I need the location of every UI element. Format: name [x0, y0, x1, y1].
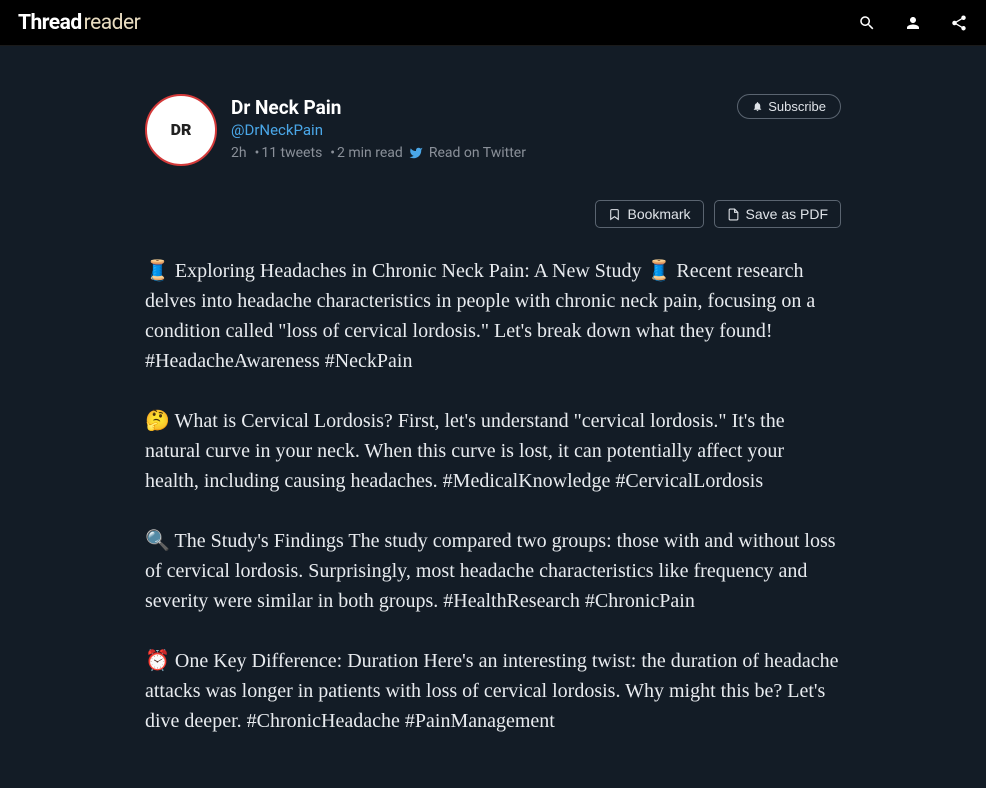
- topbar-actions: [858, 14, 968, 32]
- tweet-list: 🧵 Exploring Headaches in Chronic Neck Pa…: [145, 256, 841, 736]
- bell-icon: [752, 101, 763, 112]
- share-icon[interactable]: [950, 14, 968, 32]
- logo-part-b: reader: [84, 11, 141, 35]
- user-icon[interactable]: [904, 14, 922, 32]
- meta-tweet-count: 11 tweets: [253, 145, 323, 161]
- avatar-text-top: DR: [171, 122, 192, 138]
- bookmark-label: Bookmark: [627, 206, 690, 222]
- meta-read-time: 2 min read: [328, 145, 403, 161]
- tweet-item: 🤔 What is Cervical Lordosis? First, let'…: [145, 406, 841, 496]
- profile-info: Dr Neck Pain @DrNeckPain 2h 11 tweets 2 …: [231, 94, 526, 166]
- read-on-twitter-link[interactable]: Read on Twitter: [429, 145, 526, 161]
- site-logo[interactable]: Threadreader: [18, 11, 140, 35]
- tweet-item: 🔍 The Study's Findings The study compare…: [145, 526, 841, 616]
- subscribe-label: Subscribe: [768, 99, 826, 114]
- top-nav: Threadreader: [0, 0, 986, 46]
- twitter-icon: [409, 146, 423, 160]
- thread-container: DR Dr Neck Pain @DrNeckPain 2h 11 tweets…: [133, 46, 853, 786]
- thread-meta: 2h 11 tweets 2 min read Read on Twitter: [231, 145, 526, 161]
- tweet-item: ⏰ One Key Difference: Duration Here's an…: [145, 646, 841, 736]
- logo-part-a: Thread: [18, 11, 82, 35]
- thread-header: DR Dr Neck Pain @DrNeckPain 2h 11 tweets…: [145, 94, 841, 166]
- pdf-icon: [727, 208, 740, 221]
- subscribe-button[interactable]: Subscribe: [737, 94, 841, 119]
- save-pdf-label: Save as PDF: [746, 206, 828, 222]
- bookmark-icon: [608, 208, 621, 221]
- avatar[interactable]: DR: [145, 94, 217, 166]
- action-buttons: Bookmark Save as PDF: [145, 200, 841, 228]
- meta-time: 2h: [231, 145, 247, 161]
- author-name[interactable]: Dr Neck Pain: [231, 96, 526, 119]
- tweet-item: 🧵 Exploring Headaches in Chronic Neck Pa…: [145, 256, 841, 376]
- save-pdf-button[interactable]: Save as PDF: [714, 200, 841, 228]
- bookmark-button[interactable]: Bookmark: [595, 200, 703, 228]
- author-handle[interactable]: @DrNeckPain: [231, 121, 526, 139]
- search-icon[interactable]: [858, 14, 876, 32]
- author-profile: DR Dr Neck Pain @DrNeckPain 2h 11 tweets…: [145, 94, 526, 166]
